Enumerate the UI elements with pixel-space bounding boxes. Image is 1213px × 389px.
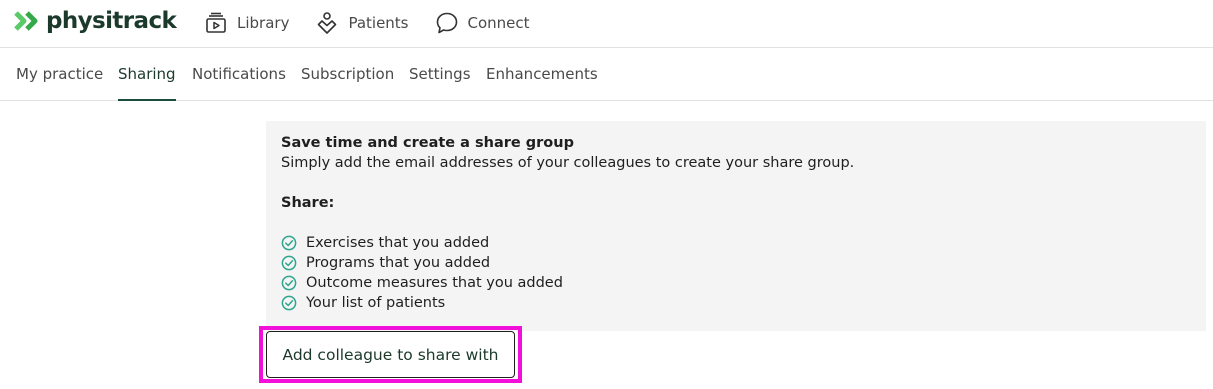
nav-library-label: Library	[237, 14, 290, 32]
patients-icon	[315, 11, 339, 35]
share-group-info-card: Save time and create a share group Simpl…	[266, 121, 1206, 331]
share-benefits-list: Exercises that you added Programs that y…	[281, 233, 1191, 313]
check-circle-icon	[281, 275, 297, 291]
check-circle-icon	[281, 255, 297, 271]
check-circle-icon	[281, 295, 297, 311]
nav-connect-label: Connect	[467, 14, 530, 32]
tab-enhancements[interactable]: Enhancements	[486, 48, 598, 100]
list-item: Outcome measures that you added	[281, 273, 1191, 293]
tab-subscription[interactable]: Subscription	[301, 48, 394, 100]
benefit-label: Programs that you added	[306, 255, 491, 271]
nav-connect[interactable]: Connect	[435, 11, 530, 35]
check-circle-icon	[281, 235, 297, 251]
nav-patients-label: Patients	[348, 14, 409, 32]
logo-wordmark: physitrack	[46, 8, 177, 34]
library-icon	[204, 11, 228, 35]
chat-bubble-icon	[435, 11, 459, 35]
settings-tabs: My practice Sharing Notifications Subscr…	[0, 48, 1213, 101]
benefit-label: Outcome measures that you added	[306, 275, 563, 291]
top-bar: physitrack Library Patients Connect	[0, 0, 1213, 48]
list-item: Your list of patients	[281, 293, 1191, 313]
physitrack-logo[interactable]: physitrack	[14, 6, 177, 36]
card-title: Save time and create a share group	[281, 135, 574, 151]
benefit-label: Exercises that you added	[306, 235, 490, 251]
list-item: Exercises that you added	[281, 233, 1191, 253]
nav-patients[interactable]: Patients	[315, 11, 409, 35]
tab-settings[interactable]: Settings	[409, 48, 471, 100]
tab-sharing[interactable]: Sharing	[118, 48, 176, 101]
nav-library[interactable]: Library	[204, 11, 289, 35]
share-heading: Share:	[281, 195, 335, 211]
main-nav: Library Patients Connect	[204, 0, 556, 46]
add-colleague-button[interactable]: Add colleague to share with	[266, 331, 515, 378]
tab-notifications[interactable]: Notifications	[192, 48, 286, 100]
logo-chevrons-icon	[14, 11, 38, 31]
list-item: Programs that you added	[281, 253, 1191, 273]
tab-my-practice[interactable]: My practice	[16, 48, 103, 100]
card-description: Simply add the email addresses of your c…	[281, 155, 855, 171]
benefit-label: Your list of patients	[306, 295, 446, 311]
